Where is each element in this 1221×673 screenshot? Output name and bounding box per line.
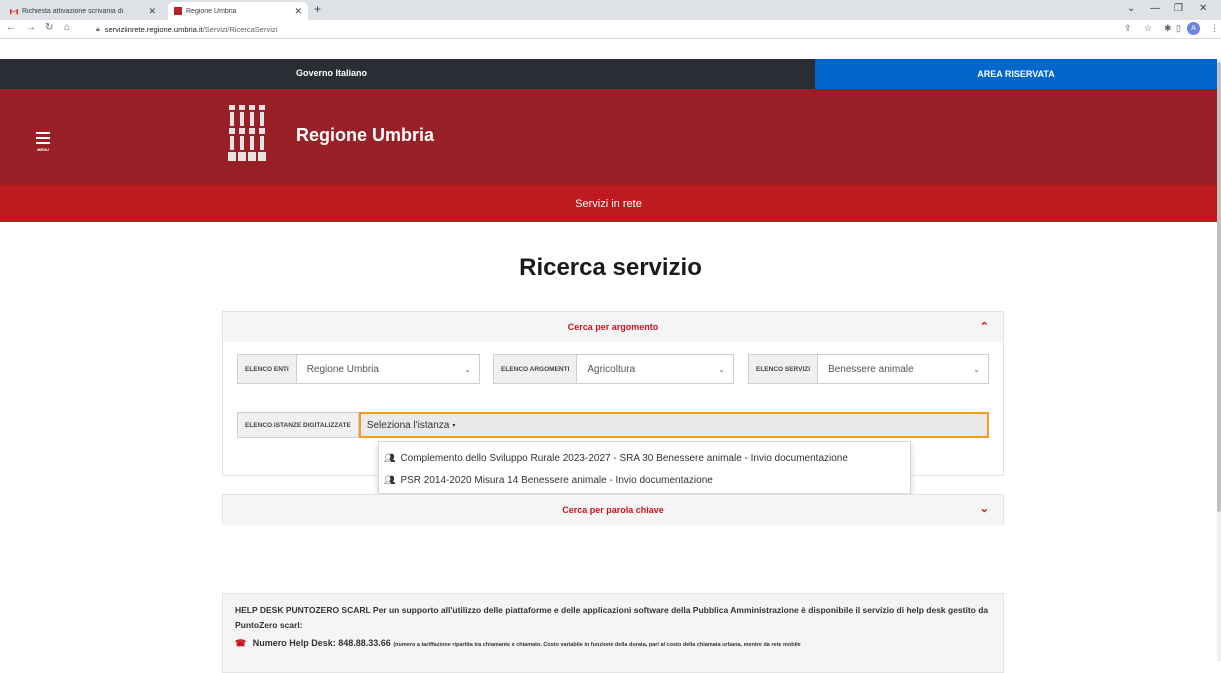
option-label: PSR 2014-2020 Misura 14 Benessere animal… <box>400 474 713 486</box>
scrollbar-thumb[interactable] <box>1217 62 1221 512</box>
close-tab-icon[interactable]: ✕ <box>148 6 156 17</box>
dropdown-placeholder: Seleziona l'istanza <box>366 419 450 431</box>
address-bar: ← → ↻ ⌂ 🔒︎ serviziinrete.regione.umbria.… <box>0 20 1221 39</box>
servizi-in-rete-bar: Servizi in rete <box>0 185 1217 222</box>
restore-icon[interactable]: ❐ <box>1174 3 1183 14</box>
select-label: ELENCO ENTI <box>238 355 297 383</box>
forward-icon[interactable]: → <box>26 22 36 33</box>
chevron-down-icon: ⌄ <box>973 364 980 374</box>
select-label: ELENCO SERVIZI <box>749 355 819 383</box>
profile-avatar[interactable]: A <box>1187 22 1200 35</box>
tab-title: Regione Umbria <box>186 7 237 15</box>
elenco-istanze-group: ELENCO ISTANZE DIGITALIZZATE Seleziona l… <box>237 412 989 438</box>
tab-title: Richiesta attivazione scrivania di <box>22 7 124 15</box>
dropdown-option[interactable]: 👥︎ PSR 2014-2020 Misura 14 Benessere ani… <box>379 469 910 491</box>
gmail-icon <box>10 8 18 15</box>
hamburger-icon-bar <box>36 142 50 144</box>
extensions-icon[interactable]: ✱ <box>1164 23 1172 34</box>
reload-icon[interactable]: ↻ <box>45 22 53 33</box>
helpdesk-number-row: ☎ Numero Help Desk: 848.88.33.66 (numero… <box>235 638 991 649</box>
browser-tab-bar: Richiesta attivazione scrivania di ✕ Reg… <box>0 0 1221 20</box>
menu-label: MENU <box>37 147 49 152</box>
istanze-dropdown-menu: 👥︎ Complemento dello Sviluppo Rurale 202… <box>378 441 911 494</box>
regione-favicon-icon <box>174 7 182 15</box>
chevron-up-icon: ⌃ <box>979 321 989 333</box>
option-label: Complemento dello Sviluppo Rurale 2023-2… <box>400 452 848 464</box>
share-icon[interactable]: ⇪ <box>1124 23 1132 34</box>
government-bar: Governo Italiano AREA RISERVATA <box>0 59 1217 89</box>
browser-tab-regione[interactable]: Regione Umbria ✕ <box>168 2 308 20</box>
close-tab-icon[interactable]: ✕ <box>294 6 302 17</box>
select-value: Benessere animale <box>828 363 914 375</box>
minimize-icon[interactable]: — <box>1150 3 1160 14</box>
new-tab-button[interactable]: + <box>314 2 321 16</box>
lock-icon: 🔒︎ <box>96 25 100 33</box>
menu-button[interactable]: MENU <box>36 132 50 152</box>
browser-tab-gmail[interactable]: Richiesta attivazione scrivania di ✕ <box>4 2 162 20</box>
select-value: Regione Umbria <box>306 363 379 375</box>
close-window-icon[interactable]: ✕ <box>1199 3 1207 14</box>
side-panel-icon[interactable]: ▯ <box>1176 23 1181 34</box>
helpdesk-number-note: (numero a tariffazione ripartita tra chi… <box>393 642 801 648</box>
user-group-icon: 👥︎ <box>384 474 396 485</box>
home-icon[interactable]: ⌂ <box>64 22 70 33</box>
browser-menu-icon[interactable]: ⋮ <box>1210 23 1219 34</box>
select-label: ELENCO ARGOMENTI <box>494 355 578 383</box>
brand-name[interactable]: Regione Umbria <box>296 125 434 146</box>
chevron-down-icon: ⌄ <box>979 503 989 515</box>
user-group-icon: 👥︎ <box>384 452 396 463</box>
chevron-down-icon: ⌄ <box>718 364 725 374</box>
seleziona-istanza-dropdown[interactable]: Seleziona l'istanza ▾ <box>358 412 989 438</box>
tab-search-icon[interactable]: ⌄ <box>1127 3 1135 14</box>
accordion-heading: Cerca per parola chiave <box>562 505 664 515</box>
helpdesk-box: HELP DESK PUNTOZERO SCARL Per un support… <box>222 593 1004 673</box>
phone-icon: ☎ <box>235 638 247 648</box>
helpdesk-number[interactable]: Numero Help Desk: 848.88.33.66 <box>253 638 391 648</box>
accordion-heading: Cerca per argomento <box>567 322 659 332</box>
url-path: /Servizi/RicercaServizi <box>202 25 278 34</box>
elenco-argomenti-select[interactable]: ELENCO ARGOMENTI Agricoltura ⌄ <box>493 354 734 384</box>
area-riservata-button[interactable]: AREA RISERVATA <box>815 59 1217 89</box>
cerca-per-parola-chiave-panel: Cerca per parola chiave ⌄ <box>222 494 1004 525</box>
url-domain: serviziinrete.regione.umbria.it <box>104 25 203 34</box>
caret-down-icon: ▾ <box>452 422 456 429</box>
elenco-servizi-select[interactable]: ELENCO SERVIZI Benessere animale ⌄ <box>748 354 989 384</box>
dropdown-option[interactable]: 👥︎ Complemento dello Sviluppo Rurale 202… <box>379 447 910 469</box>
back-icon[interactable]: ← <box>6 22 16 33</box>
hamburger-icon <box>36 132 50 134</box>
chevron-down-icon: ⌄ <box>464 364 471 374</box>
governo-italiano-link[interactable]: Governo Italiano <box>296 68 367 78</box>
servizi-in-rete-label[interactable]: Servizi in rete <box>575 198 642 210</box>
cerca-per-argomento-toggle[interactable]: Cerca per argomento ⌃ <box>223 312 1003 342</box>
brand-header: MENU Regione Umbria <box>0 89 1217 185</box>
bookmark-star-icon[interactable]: ☆ <box>1144 23 1152 34</box>
select-value: Agricoltura <box>587 363 636 375</box>
elenco-enti-select[interactable]: ELENCO ENTI Regione Umbria ⌄ <box>237 354 480 384</box>
istanze-label: ELENCO ISTANZE DIGITALIZZATE <box>237 412 359 438</box>
cerca-per-parola-chiave-toggle[interactable]: Cerca per parola chiave ⌄ <box>223 495 1003 525</box>
hamburger-icon-bar <box>36 137 50 139</box>
url-field[interactable]: 🔒︎ serviziinrete.regione.umbria.it /Serv… <box>96 22 1096 37</box>
page-title: Ricerca servizio <box>519 254 702 281</box>
helpdesk-text: HELP DESK PUNTOZERO SCARL Per un support… <box>235 605 989 630</box>
regione-umbria-logo <box>228 105 266 161</box>
